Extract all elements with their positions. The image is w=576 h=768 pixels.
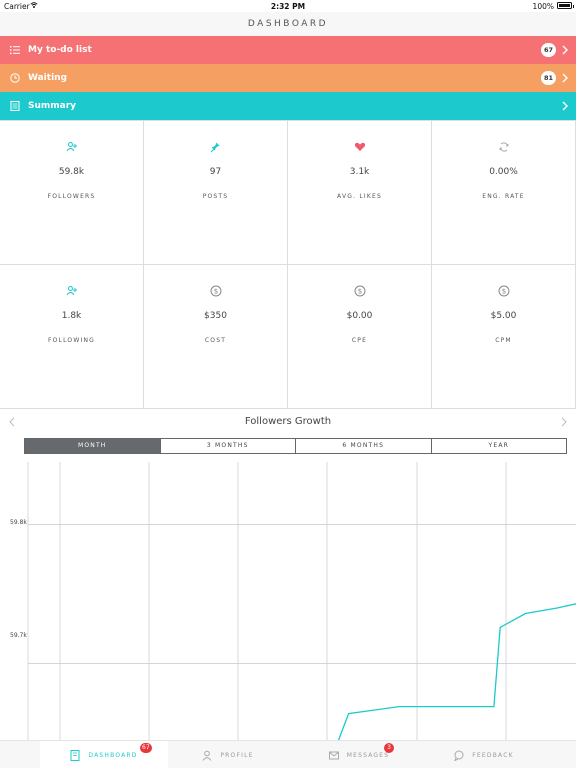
segment-month[interactable]: MONTH [25,439,161,453]
metric-value: $350 [204,311,227,321]
metric-label: FOLLOWERS [47,193,96,200]
tab-label: DASHBOARD [88,751,138,759]
chevron-right-icon[interactable] [560,417,568,427]
tab-profile[interactable]: PROFILE [176,741,280,768]
segment-6-months[interactable]: 6 MONTHS [296,439,432,453]
tab-label: PROFILE [220,751,254,759]
chart-title: Followers Growth [244,416,332,427]
clock: 2:32 PM [270,2,306,11]
svg-text:$: $ [357,287,361,295]
chart-plot [27,462,576,748]
envelope-icon [328,751,339,759]
tab-messages[interactable]: MESSAGES 3 [304,741,414,768]
metric-avg-likes[interactable]: 3.1k AVG. LIKES [288,121,432,265]
followers-series-line [335,603,576,748]
metric-cpm[interactable]: $ $5.00 CPM [432,265,576,409]
chart-header: Followers Growth [0,408,576,436]
battery-icon [557,2,574,9]
waiting-row[interactable]: Waiting 81 [0,64,576,92]
time-range-selector: MONTH 3 MONTHS 6 MONTHS YEAR [24,438,567,454]
tab-label: MESSAGES [346,751,390,759]
heart-icon [354,142,365,151]
metric-label: POSTS [202,193,229,200]
todo-list-label: My to-do list [28,45,92,55]
battery-percentage: 100% [532,2,554,11]
profile-icon [202,750,212,761]
tab-dashboard[interactable]: DASHBOARD 67 [40,741,168,768]
page-title: DASHBOARD [0,12,576,36]
metric-cost[interactable]: $ $350 COST [144,265,288,409]
summary-row[interactable]: Summary [0,92,576,120]
metric-label: FOLLOWING [47,337,95,344]
metric-label: CPM [495,337,512,344]
metric-value: 3.1k [349,167,370,177]
metric-label: COST [204,337,227,344]
metric-value: 0.00% [489,167,518,177]
svg-text:$: $ [213,287,217,295]
segment-year[interactable]: YEAR [432,439,567,453]
metric-value: 59.8k [58,167,85,177]
metric-label: CPE [351,337,368,344]
metrics-grid: 59.8k FOLLOWERS 97 POSTS 3.1k AVG. LIKES… [0,120,576,409]
clock-icon [10,73,20,83]
metric-value: $5.00 [490,311,517,321]
tab-bar: DASHBOARD 67 PROFILE MESSAGES 3 FEEDBACK [0,740,576,768]
metric-posts[interactable]: 97 POSTS [144,121,288,265]
tab-label: FEEDBACK [472,751,514,759]
list-icon [10,46,20,55]
metric-value: 1.8k [61,311,82,321]
metric-value: $0.00 [346,311,373,321]
chevron-right-icon [562,101,568,111]
summary-label: Summary [28,101,77,111]
waiting-count-badge: 81 [540,71,556,85]
y-tick-label: 59.7k [10,632,27,639]
segment-3-months[interactable]: 3 MONTHS [161,439,296,453]
chat-bubble-icon [454,750,464,761]
tab-feedback[interactable]: FEEDBACK [436,741,532,768]
y-tick-label: 59.8k [10,519,27,526]
chevron-right-icon [562,45,568,55]
pin-icon [210,142,220,153]
dashboard-icon [70,749,80,761]
metric-value: 97 [209,167,222,177]
chevron-right-icon [562,73,568,83]
status-bar: Carrier 2:32 PM 100% [0,0,576,12]
metric-label: AVG. LIKES [337,193,382,200]
todo-list-row[interactable]: My to-do list 67 [0,36,576,64]
metric-cpe[interactable]: $ $0.00 CPE [288,265,432,409]
followers-growth-chart: 59.8k 59.7k [0,462,576,748]
add-user-icon [66,286,77,296]
dollar-icon: $ [210,285,221,297]
metric-followers[interactable]: 59.8k FOLLOWERS [0,121,144,265]
dollar-icon: $ [354,285,365,297]
todo-count-badge: 67 [540,43,556,57]
refresh-icon [499,142,508,152]
tab-badge: 67 [140,743,152,753]
metric-label: ENG. RATE [482,193,525,200]
add-user-icon [66,142,77,152]
dollar-icon: $ [498,285,509,297]
tab-badge: 3 [384,743,394,753]
svg-text:$: $ [501,287,505,295]
waiting-label: Waiting [28,73,68,83]
metric-eng-rate[interactable]: 0.00% ENG. RATE [432,121,576,265]
metric-following[interactable]: 1.8k FOLLOWING [0,265,144,409]
document-icon [10,101,20,111]
